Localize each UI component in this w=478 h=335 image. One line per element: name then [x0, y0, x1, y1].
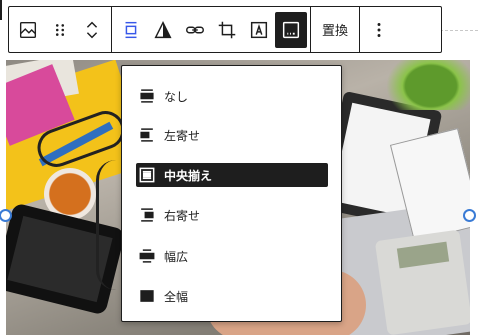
alignment-dropdown-menu: なし 左寄せ 中央揃え 右寄せ 幅広 全幅 [121, 65, 342, 322]
resize-handle-right[interactable] [463, 209, 476, 222]
caption-icon[interactable] [275, 11, 307, 48]
align-center-icon [136, 164, 158, 186]
menu-item-label: 全幅 [164, 289, 189, 304]
menu-item-label: なし [164, 89, 189, 104]
menu-item-label: 中央揃え [164, 168, 213, 183]
link-icon[interactable] [179, 12, 211, 48]
menu-item-align-center[interactable]: 中央揃え [136, 163, 328, 187]
block-corner-marker [0, 0, 6, 20]
toolbar-group-block [9, 7, 111, 52]
more-options-icon[interactable] [363, 12, 395, 48]
menu-item-label: 右寄せ [164, 208, 201, 223]
menu-item-align-right[interactable]: 右寄せ [136, 203, 328, 227]
align-none-icon [136, 85, 158, 107]
image-icon[interactable] [12, 12, 44, 48]
menu-item-align-none[interactable]: なし [136, 84, 328, 108]
toolbar-group-replace: 置換 [310, 7, 359, 52]
editor-canvas: 置換 なし 左寄せ 中央揃え 右寄せ 幅広 全幅 [0, 0, 478, 335]
menu-item-align-left[interactable]: 左寄せ [136, 123, 328, 147]
drag-handle-icon[interactable] [44, 12, 76, 48]
menu-item-label: 左寄せ [164, 128, 201, 143]
align-center-icon[interactable] [115, 12, 147, 48]
toolbar-group-tools [111, 7, 310, 52]
menu-item-align-wide[interactable]: 幅広 [136, 244, 328, 268]
menu-item-label: 幅広 [164, 249, 189, 264]
align-full-icon [136, 285, 158, 307]
align-left-icon [136, 124, 158, 146]
replace-button[interactable]: 置換 [314, 12, 356, 48]
duotone-icon[interactable] [147, 12, 179, 48]
align-right-icon [136, 204, 158, 226]
crop-icon[interactable] [211, 12, 243, 48]
move-up-down-icon[interactable] [76, 12, 108, 48]
menu-item-align-full[interactable]: 全幅 [136, 284, 328, 308]
text-overlay-icon[interactable] [243, 12, 275, 48]
toolbar-group-more [359, 7, 398, 52]
block-toolbar: 置換 [8, 6, 442, 53]
align-wide-icon [136, 245, 158, 267]
